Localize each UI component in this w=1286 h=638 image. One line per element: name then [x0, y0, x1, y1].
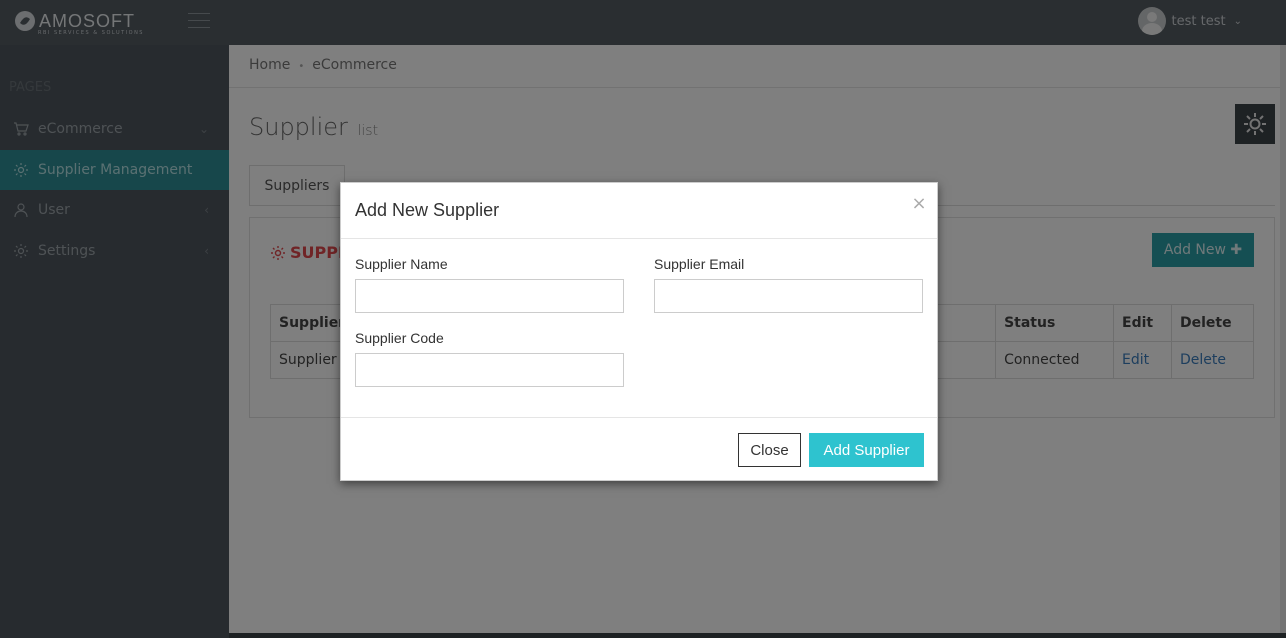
supplier-email-label: Supplier Email	[654, 256, 745, 272]
close-button[interactable]: Close	[738, 433, 801, 467]
supplier-email-input[interactable]	[654, 279, 923, 313]
supplier-name-label: Supplier Name	[355, 256, 448, 272]
modal-header: Add New Supplier ×	[341, 183, 937, 239]
add-supplier-modal: Add New Supplier × Supplier Name Supplie…	[340, 182, 938, 481]
modal-footer-divider	[341, 417, 937, 418]
supplier-code-input[interactable]	[355, 353, 624, 387]
modal-title: Add New Supplier	[355, 200, 500, 220]
supplier-name-input[interactable]	[355, 279, 624, 313]
add-supplier-button[interactable]: Add Supplier	[809, 433, 924, 467]
close-icon[interactable]: ×	[911, 193, 927, 214]
supplier-code-label: Supplier Code	[355, 330, 444, 346]
